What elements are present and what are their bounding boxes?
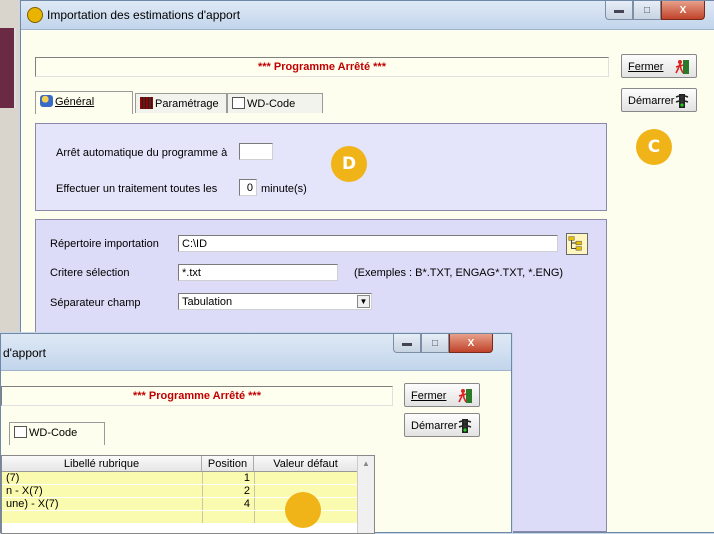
second-window: d'apport ▬ □ X *** Programme Arrêté *** … [0, 333, 512, 534]
maximize-button[interactable]: □ [633, 1, 661, 20]
criteria-label: Critere sélection [50, 267, 130, 279]
tab-general[interactable]: Général [35, 91, 133, 114]
column-header-position[interactable]: Position [202, 456, 254, 472]
minimize-icon: ▬ [614, 4, 624, 16]
users-icon [40, 95, 53, 107]
scroll-up-icon[interactable]: ▲ [358, 459, 374, 468]
chevron-down-icon[interactable]: ▼ [357, 295, 370, 308]
table-row[interactable]: n - X(7) 2 [2, 485, 374, 497]
code-edit-icon [14, 426, 27, 438]
second-close-window-button[interactable]: X [449, 334, 493, 353]
annotation-badge-d: D [331, 146, 367, 182]
criteria-input[interactable]: *.txt [178, 264, 338, 281]
app-icon [27, 7, 43, 23]
folder-tree-icon [568, 236, 582, 251]
code-edit-icon [232, 97, 245, 109]
browse-folder-button[interactable] [566, 233, 588, 255]
window-controls: ▬ □ X [605, 1, 705, 21]
settings-icon [140, 97, 153, 109]
schedule-panel: Arrêt automatique du programme à Effectu… [35, 123, 607, 211]
separator-select[interactable]: Tabulation ▼ [178, 293, 372, 310]
treat-every-label: Effectuer un traitement toutes les [56, 183, 218, 195]
minutes-label: minute(s) [261, 183, 307, 195]
criteria-examples: (Exemples : B*.TXT, ENGAG*.TXT, *.ENG) [354, 267, 564, 279]
background-window-edge [0, 28, 16, 108]
annotation-badge-c: C [636, 129, 672, 165]
annotation-badge-partial [285, 492, 321, 528]
close-icon: X [679, 4, 687, 16]
exit-icon [458, 389, 472, 403]
table-scrollbar[interactable]: ▲ [357, 456, 374, 533]
directory-label: Répertoire importation [50, 238, 159, 250]
second-window-controls: ▬ □ X [393, 334, 493, 354]
maximize-icon: □ [643, 4, 651, 16]
auto-stop-label: Arrêt automatique du programme à [56, 147, 228, 159]
minimize-icon: ▬ [402, 337, 412, 349]
window-title: Importation des estimations d'apport [47, 8, 241, 22]
table-row[interactable]: (7) 1 [2, 472, 374, 484]
column-header-valeur[interactable]: Valeur défaut [254, 456, 358, 472]
second-window-title: d'apport [3, 346, 46, 360]
second-title-bar[interactable]: d'apport ▬ □ X [1, 334, 511, 371]
second-tab-wd-code[interactable]: WD-Code [9, 422, 105, 445]
traffic-light-icon [675, 94, 689, 108]
exit-icon [675, 60, 689, 74]
minimize-button[interactable]: ▬ [605, 1, 633, 20]
auto-stop-input[interactable] [239, 143, 273, 160]
fields-table: Libellé rubrique Position Valeur défaut … [1, 455, 375, 534]
directory-input[interactable]: C:\ID [178, 235, 558, 252]
second-minimize-button[interactable]: ▬ [393, 334, 421, 353]
interval-input[interactable]: 0 [239, 179, 257, 196]
column-header-libelle[interactable]: Libellé rubrique [2, 456, 202, 472]
separator-label: Séparateur champ [50, 297, 141, 309]
second-status-bar: *** Programme Arrêté *** [1, 386, 393, 406]
close-icon: X [467, 337, 475, 349]
close-window-button[interactable]: X [661, 1, 705, 20]
status-bar: *** Programme Arrêté *** [35, 57, 609, 77]
tab-bar: Général Paramétrage WD-Code [35, 91, 595, 115]
traffic-light-icon [458, 419, 472, 433]
second-maximize-button[interactable]: □ [421, 334, 449, 353]
demarrer-button[interactable]: Démarrer [621, 88, 697, 112]
fermer-button[interactable]: Fermer [621, 54, 697, 78]
tab-parametrage[interactable]: Paramétrage [135, 93, 227, 113]
second-fermer-button[interactable]: Fermer [404, 383, 480, 407]
title-bar[interactable]: Importation des estimations d'apport ▬ □… [21, 1, 714, 30]
tab-wd-code[interactable]: WD-Code [227, 93, 323, 113]
second-demarrer-button[interactable]: Démarrer [404, 413, 480, 437]
maximize-icon: □ [431, 337, 439, 349]
